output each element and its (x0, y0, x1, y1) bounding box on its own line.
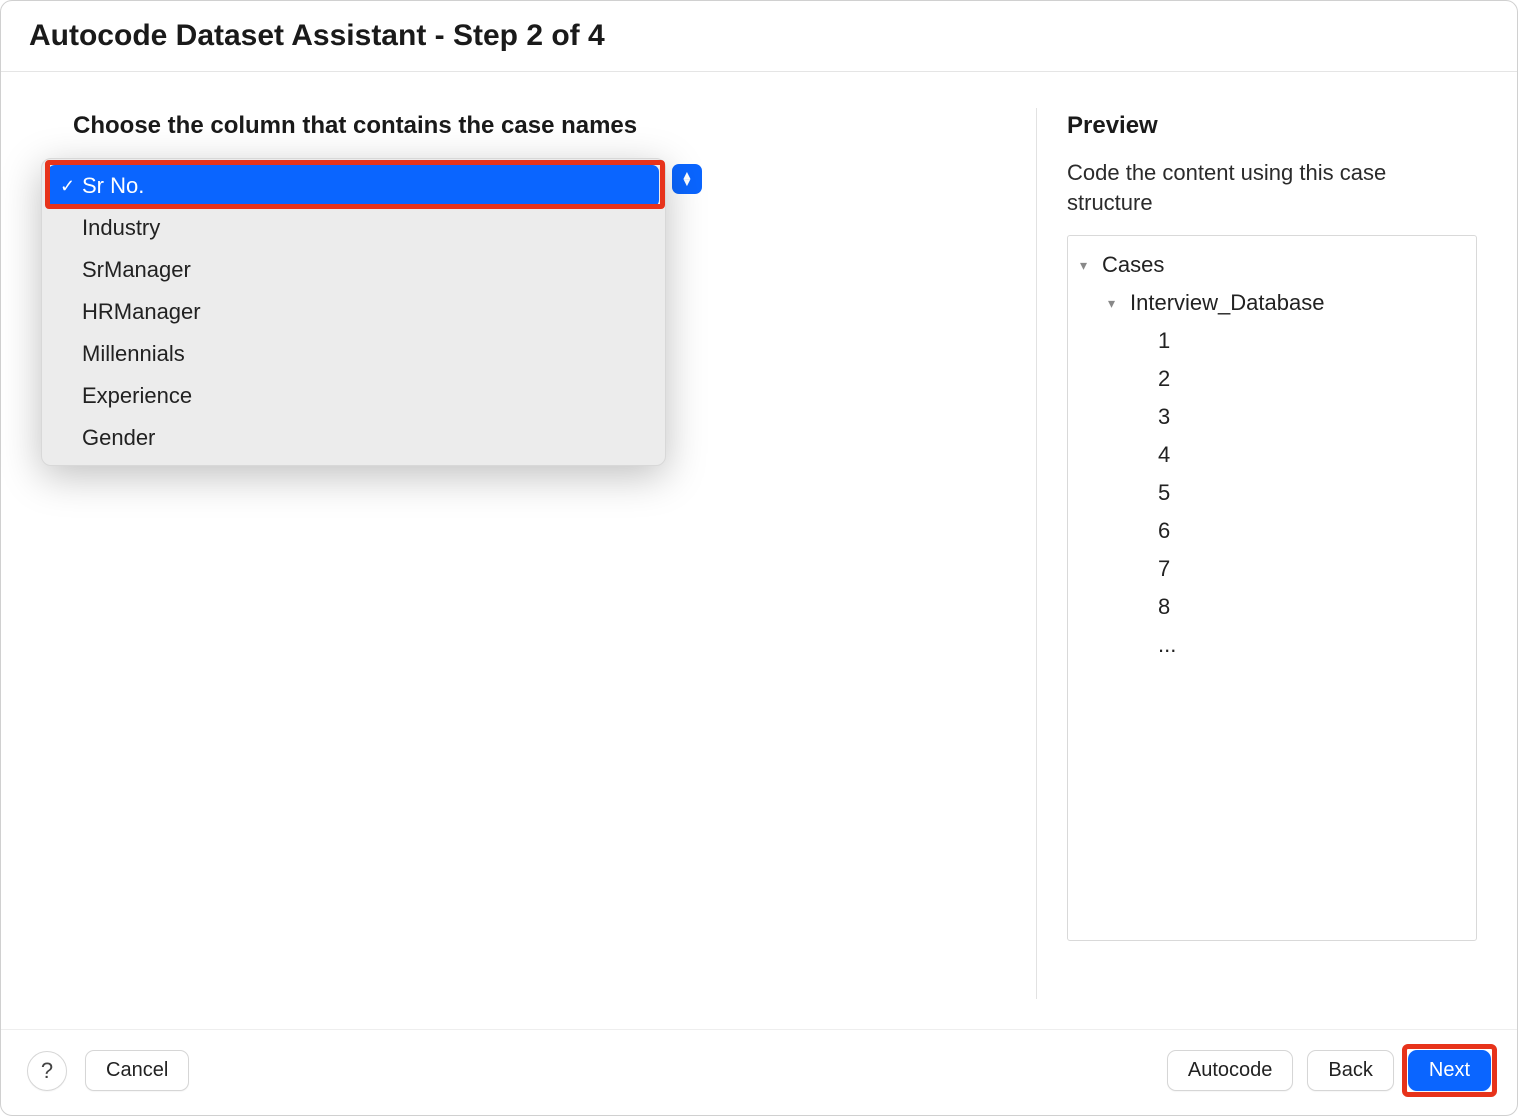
dropdown-option-label: Millennials (82, 341, 185, 367)
chevron-up-down-icon: ▲▼ (681, 172, 693, 186)
tree-leaf-label: 5 (1158, 480, 1170, 506)
dropdown-option-hrmanager[interactable]: HRManager (48, 291, 659, 333)
tree-leaf[interactable]: 7 (1080, 550, 1464, 588)
tree-node-label: Interview_Database (1130, 290, 1324, 316)
column-dropdown-menu: ✓ Sr No. Industry SrManager HRManager (41, 158, 666, 466)
footer-bar: ? Cancel Autocode Back Next (1, 1029, 1517, 1115)
left-pane: Choose the column that contains the case… (41, 112, 1006, 1029)
tree-leaf-label: ... (1158, 632, 1176, 658)
help-button[interactable]: ? (27, 1051, 67, 1091)
titlebar: Autocode Dataset Assistant - Step 2 of 4 (1, 1, 1517, 72)
tree-leaf[interactable]: 2 (1080, 360, 1464, 398)
tree-leaf[interactable]: 5 (1080, 474, 1464, 512)
dropdown-option-label: Sr No. (82, 173, 144, 199)
help-icon: ? (41, 1058, 53, 1084)
tree-leaf-label: 1 (1158, 328, 1170, 354)
dropdown-option-label: SrManager (82, 257, 191, 283)
preview-pane: Preview Code the content using this case… (1067, 112, 1477, 1029)
check-icon: ✓ (60, 176, 82, 197)
column-prompt-label: Choose the column that contains the case… (73, 112, 1006, 140)
next-button-wrap: Next (1408, 1050, 1491, 1091)
vertical-divider (1036, 108, 1037, 999)
preview-title: Preview (1067, 112, 1477, 140)
autocode-button[interactable]: Autocode (1167, 1050, 1294, 1091)
tree-leaf[interactable]: 1 (1080, 322, 1464, 360)
tree-leaf[interactable]: 4 (1080, 436, 1464, 474)
dropdown-option-label: HRManager (82, 299, 201, 325)
content-area: Choose the column that contains the case… (1, 72, 1517, 1029)
tree-leaf[interactable]: 3 (1080, 398, 1464, 436)
preview-description: Code the content using this case structu… (1067, 158, 1477, 217)
dropdown-option-experience[interactable]: Experience (48, 375, 659, 417)
tree-leaf[interactable]: 8 (1080, 588, 1464, 626)
tree-node-interview-database[interactable]: ▾ Interview_Database (1080, 284, 1464, 322)
tree-node-cases[interactable]: ▾ Cases (1080, 246, 1464, 284)
dropdown-option-label: Gender (82, 425, 155, 451)
tree-leaf: ... (1080, 626, 1464, 664)
back-button[interactable]: Back (1307, 1050, 1393, 1091)
tree-node-label: Cases (1102, 252, 1164, 278)
dropdown-option-industry[interactable]: Industry (48, 207, 659, 249)
tree-leaf-label: 8 (1158, 594, 1170, 620)
case-structure-tree: ▾ Cases ▾ Interview_Database 1 2 3 4 5 6… (1067, 235, 1477, 941)
tree-leaf-label: 4 (1158, 442, 1170, 468)
tree-leaf-label: 3 (1158, 404, 1170, 430)
dialog-window: Autocode Dataset Assistant - Step 2 of 4… (0, 0, 1518, 1116)
next-button[interactable]: Next (1408, 1050, 1491, 1091)
dropdown-option-gender[interactable]: Gender (48, 417, 659, 459)
window-title: Autocode Dataset Assistant - Step 2 of 4 (29, 19, 1489, 53)
dropdown-option-millennials[interactable]: Millennials (48, 333, 659, 375)
chevron-down-icon: ▾ (1080, 257, 1098, 274)
tree-leaf[interactable]: 6 (1080, 512, 1464, 550)
tree-leaf-label: 6 (1158, 518, 1170, 544)
dropdown-option-srmanager[interactable]: SrManager (48, 249, 659, 291)
dropdown-chevrons-icon[interactable]: ▲▼ (672, 164, 702, 194)
tree-leaf-label: 2 (1158, 366, 1170, 392)
chevron-down-icon: ▾ (1108, 295, 1126, 312)
dropdown-option-label: Experience (82, 383, 192, 409)
dropdown-option-label: Industry (82, 215, 160, 241)
cancel-button[interactable]: Cancel (85, 1050, 189, 1091)
dropdown-option-sr-no[interactable]: ✓ Sr No. (48, 165, 659, 207)
tree-leaf-label: 7 (1158, 556, 1170, 582)
